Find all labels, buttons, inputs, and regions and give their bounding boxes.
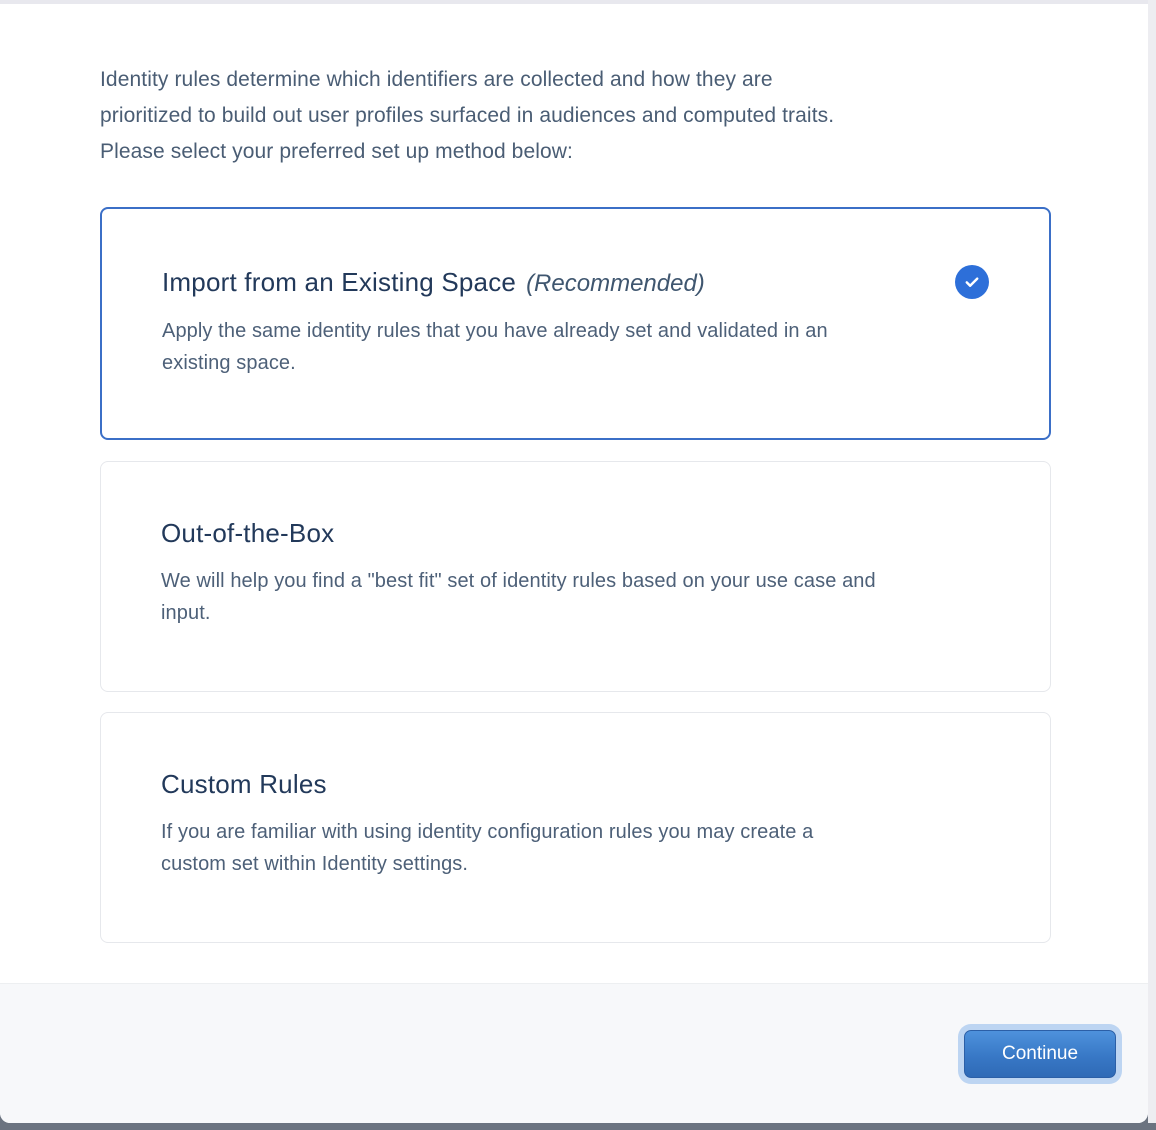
intro-line: prioritized to build out user profiles s…	[100, 98, 834, 134]
description-line: Apply the same identity rules that you h…	[162, 315, 989, 347]
option-card-import-existing-space[interactable]: Import from an Existing Space (Recommend…	[100, 207, 1051, 440]
option-card-out-of-the-box[interactable]: Out-of-the-Box We will help you find a "…	[100, 461, 1051, 692]
option-card-custom-rules[interactable]: Custom Rules If you are familiar with us…	[100, 712, 1051, 943]
description-line: custom set within Identity settings.	[161, 848, 990, 880]
recommended-badge: (Recommended)	[526, 270, 705, 298]
card-header: Import from an Existing Space (Recommend…	[162, 265, 989, 299]
selected-check-icon	[955, 265, 989, 299]
scrollbar-gutter	[1148, 0, 1156, 1123]
card-description: Apply the same identity rules that you h…	[162, 315, 989, 379]
card-title: Custom Rules	[161, 769, 327, 800]
card-description: We will help you find a "best fit" set o…	[161, 565, 990, 629]
description-line: If you are familiar with using identity …	[161, 816, 990, 848]
description-line: We will help you find a "best fit" set o…	[161, 565, 990, 597]
description-line: existing space.	[162, 347, 989, 379]
intro-text: Identity rules determine which identifie…	[100, 62, 834, 170]
intro-line: Identity rules determine which identifie…	[100, 62, 834, 98]
card-description: If you are familiar with using identity …	[161, 816, 990, 880]
identity-rules-setup-panel: Identity rules determine which identifie…	[0, 4, 1148, 1123]
continue-button[interactable]: Continue	[964, 1030, 1116, 1078]
card-title: Out-of-the-Box	[161, 518, 334, 549]
card-header: Custom Rules	[161, 769, 990, 800]
intro-line: Please select your preferred set up meth…	[100, 134, 834, 170]
card-title: Import from an Existing Space	[162, 267, 516, 298]
description-line: input.	[161, 597, 990, 629]
modal-footer: Continue	[0, 983, 1148, 1123]
card-header: Out-of-the-Box	[161, 518, 990, 549]
